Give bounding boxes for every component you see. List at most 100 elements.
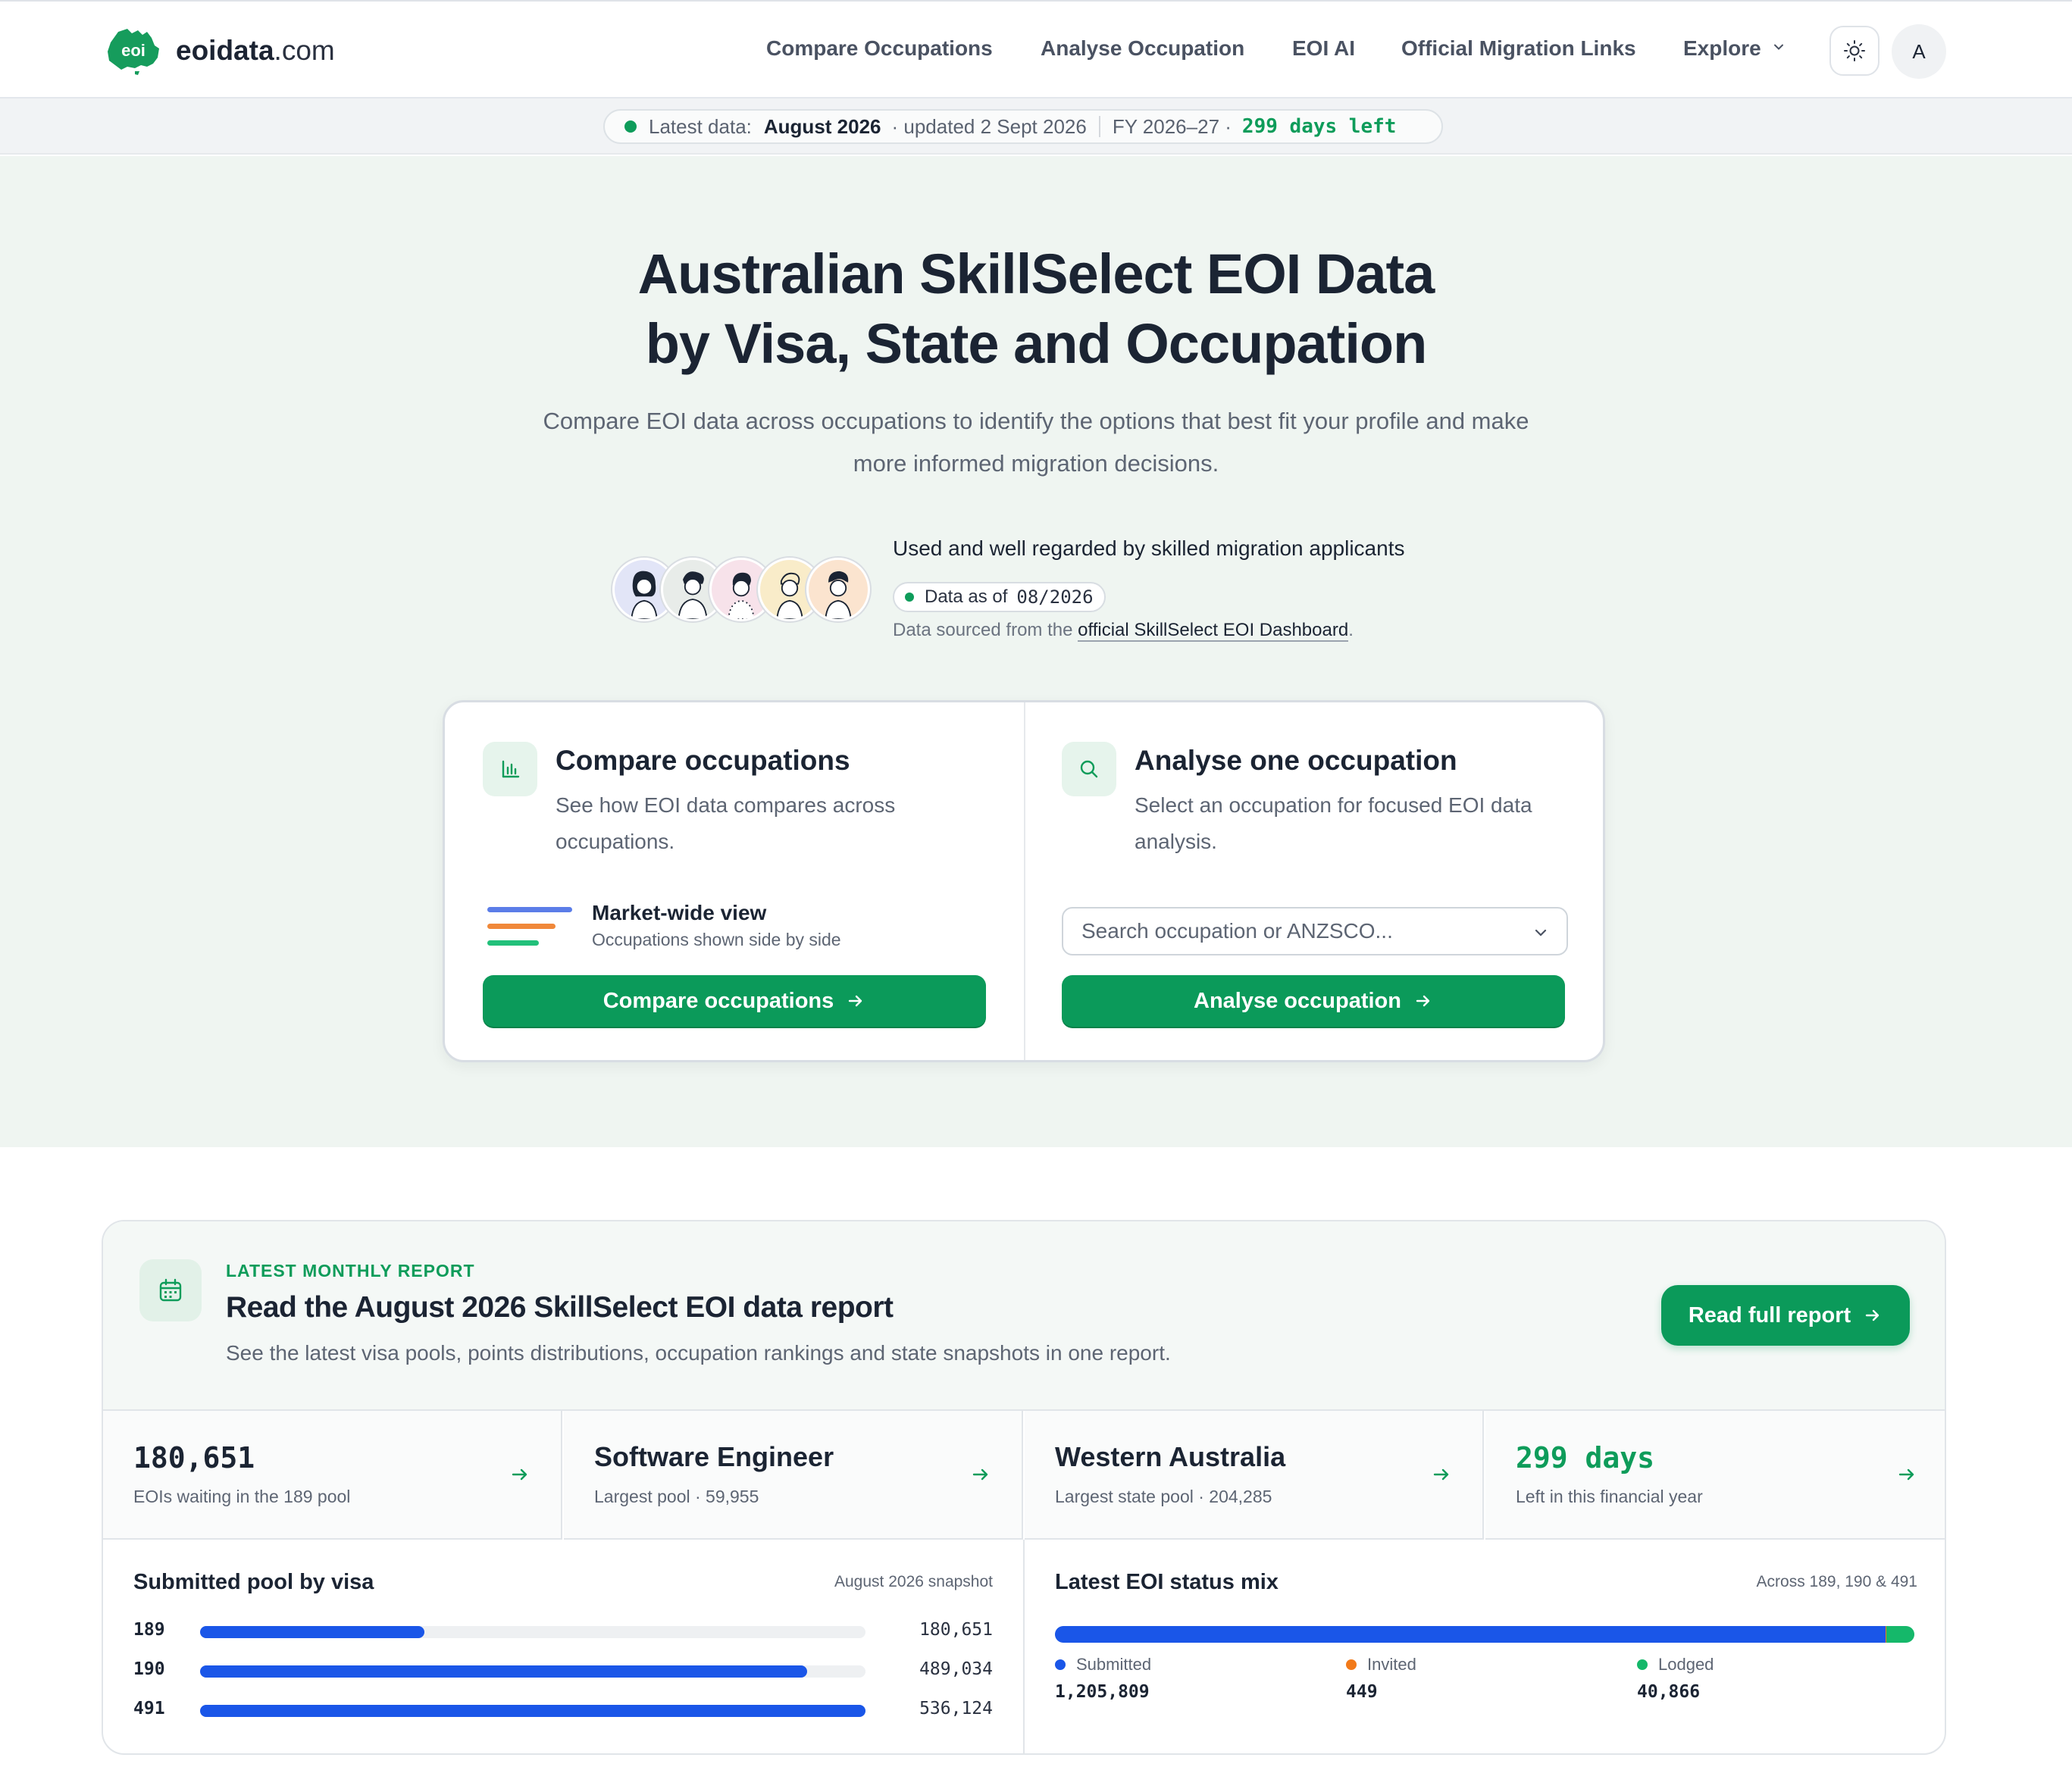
calendar-icon — [139, 1259, 202, 1321]
site-name: eoidata.com — [176, 35, 335, 66]
theme-toggle-button[interactable] — [1829, 26, 1880, 76]
read-report-label: Read full report — [1688, 1302, 1851, 1328]
compare-card-title: Compare occupations — [556, 745, 850, 776]
top-navigation: eoi eoidata.com Compare Occupations Anal… — [0, 0, 2072, 99]
status-legend-value: 449 — [1346, 1682, 1378, 1702]
stat-tile-days-left[interactable]: 299 days Left in this financial year — [1485, 1411, 1945, 1540]
visa-row-label: 189 — [133, 1620, 165, 1640]
market-wide-subtitle: Occupations shown side by side — [592, 930, 841, 949]
visa-bar-track — [200, 1665, 865, 1678]
site-logo[interactable]: eoi eoidata.com — [105, 24, 335, 77]
nav-compare-occupations[interactable]: Compare Occupations — [766, 36, 993, 61]
search-icon — [1062, 742, 1116, 796]
market-wide-title: Market-wide view — [592, 901, 767, 924]
visa-bar-track — [200, 1705, 865, 1717]
page-title: Australian SkillSelect EOI Data by Visa,… — [0, 239, 2072, 379]
nav-explore-dropdown[interactable]: Explore — [1683, 36, 1784, 61]
visa-row-value: 489,034 — [919, 1659, 993, 1679]
market-lines-icon — [487, 907, 572, 946]
analyse-button-label: Analyse occupation — [1194, 988, 1401, 1013]
arrow-right-icon — [512, 1468, 527, 1481]
stat-tile-189-pool[interactable]: 180,651 EOIs waiting in the 189 pool — [103, 1411, 562, 1540]
stat-tile-largest-occupation[interactable]: Software Engineer Largest pool · 59,955 — [564, 1411, 1023, 1540]
status-dot — [905, 593, 914, 602]
status-mix-note: Across 189, 190 & 491 — [1756, 1573, 1917, 1590]
official-dashboard-link[interactable]: official SkillSelect EOI Dashboard — [1078, 620, 1349, 642]
stat-label: Largest state pool · 204,285 — [1055, 1487, 1272, 1506]
pool-by-visa-panel: Submitted pool by visa August 2026 snaps… — [103, 1540, 1025, 1753]
status-legend-value: 1,205,809 — [1055, 1682, 1150, 1702]
visa-bar-fill — [200, 1665, 807, 1678]
updated-date: · updated 2 Sept 2026 — [891, 114, 1087, 138]
nav-explore-label: Explore — [1683, 36, 1761, 60]
source-prefix: Data sourced from the — [893, 620, 1073, 640]
page-title-line-2: by Visa, State and Occupation — [645, 312, 1428, 375]
status-mix-title: Latest EOI status mix — [1055, 1570, 1279, 1594]
chevron-down-icon — [1535, 929, 1547, 937]
stat-value: 299 days — [1516, 1441, 1655, 1474]
arrow-right-icon — [1865, 1309, 1880, 1321]
australia-logo-icon: eoi — [108, 29, 159, 75]
occupation-search-placeholder: Search occupation or ANZSCO... — [1081, 919, 1393, 943]
svg-text:eoi: eoi — [121, 41, 146, 60]
status-mix-segment — [1886, 1626, 1914, 1643]
legend-dot — [1055, 1659, 1066, 1670]
nav-eoi-ai[interactable]: EOI AI — [1292, 36, 1355, 61]
data-status-strip: Latest data: August 2026 · updated 2 Sep… — [0, 99, 2072, 155]
status-legend-label: Invited — [1346, 1655, 1416, 1675]
nav-official-migration-links[interactable]: Official Migration Links — [1401, 36, 1636, 61]
live-status-dot — [624, 120, 637, 133]
sun-icon — [1844, 40, 1865, 61]
legend-text: Invited — [1367, 1655, 1416, 1674]
arrow-right-icon — [972, 1468, 988, 1481]
analyse-occupation-button[interactable]: Analyse occupation — [1062, 975, 1565, 1027]
arrow-right-icon — [1898, 1468, 1914, 1481]
visa-row-label: 491 — [133, 1699, 165, 1718]
visa-bar-track — [200, 1626, 865, 1638]
stat-label: Left in this financial year — [1516, 1487, 1703, 1506]
divider — [1098, 116, 1100, 137]
bar-chart-icon — [483, 742, 537, 796]
stat-tile-largest-state[interactable]: Western Australia Largest state pool · 2… — [1025, 1411, 1484, 1540]
status-mix-panel: Latest EOI status mix Across 189, 190 & … — [1025, 1540, 1945, 1753]
chevron-down-icon — [1773, 44, 1783, 50]
user-avatars-group — [612, 558, 870, 621]
status-legend-value: 40,866 — [1637, 1682, 1701, 1702]
compare-button-label: Compare occupations — [603, 988, 834, 1013]
read-full-report-button[interactable]: Read full report — [1661, 1285, 1910, 1346]
nav-analyse-occupation[interactable]: Analyse Occupation — [1041, 36, 1244, 61]
data-status-pill: Latest data: August 2026 · updated 2 Sep… — [603, 109, 1443, 144]
days-left: 299 days left — [1241, 115, 1397, 138]
compare-occupations-button[interactable]: Compare occupations — [483, 975, 986, 1027]
legend-text: Lodged — [1658, 1655, 1714, 1674]
stat-value: Western Australia — [1055, 1441, 1286, 1472]
legend-dot — [1637, 1659, 1648, 1670]
report-title: Read the August 2026 SkillSelect EOI dat… — [226, 1291, 894, 1324]
status-legend-item: Lodged 40,866 — [1637, 1655, 1714, 1702]
compare-card-description: See how EOI data compares across occupat… — [556, 793, 896, 853]
occupation-search-select[interactable]: Search occupation or ANZSCO... — [1062, 907, 1568, 955]
analyse-card-title: Analyse one occupation — [1135, 745, 1457, 776]
page-subtitle: Compare EOI data across occupations to i… — [543, 408, 1529, 477]
hero-section: Australian SkillSelect EOI Data by Visa,… — [0, 156, 2072, 1147]
analyse-card-description: Select an occupation for focused EOI dat… — [1135, 793, 1532, 853]
financial-year: FY 2026–27 · — [1112, 114, 1232, 138]
social-proof-heading: Used and well regarded by skilled migrat… — [893, 536, 1405, 560]
data-as-of-badge: Data as of 08/2026 — [893, 582, 1106, 612]
legend-dot — [1346, 1659, 1357, 1670]
data-as-of-value: 08/2026 — [1016, 586, 1094, 608]
latest-data-month: August 2026 — [763, 114, 881, 138]
user-illustration-avatar — [806, 558, 870, 621]
visa-bar-fill — [200, 1626, 424, 1638]
pool-by-visa-title: Submitted pool by visa — [133, 1570, 374, 1594]
arrow-right-icon — [849, 995, 862, 1007]
user-avatar-button[interactable]: A — [1892, 24, 1946, 79]
report-description: See the latest visa pools, points distri… — [226, 1341, 1171, 1365]
report-kicker: LATEST MONTHLY REPORT — [226, 1261, 475, 1281]
arrow-right-icon — [1416, 995, 1430, 1007]
status-legend-item: Invited 449 — [1346, 1655, 1416, 1702]
status-legend-item: Submitted 1,205,809 — [1055, 1655, 1151, 1702]
visa-bar-fill — [200, 1705, 865, 1717]
card-divider — [1024, 702, 1025, 1060]
monthly-report-section: LATEST MONTHLY REPORT Read the August 20… — [102, 1220, 1946, 1755]
